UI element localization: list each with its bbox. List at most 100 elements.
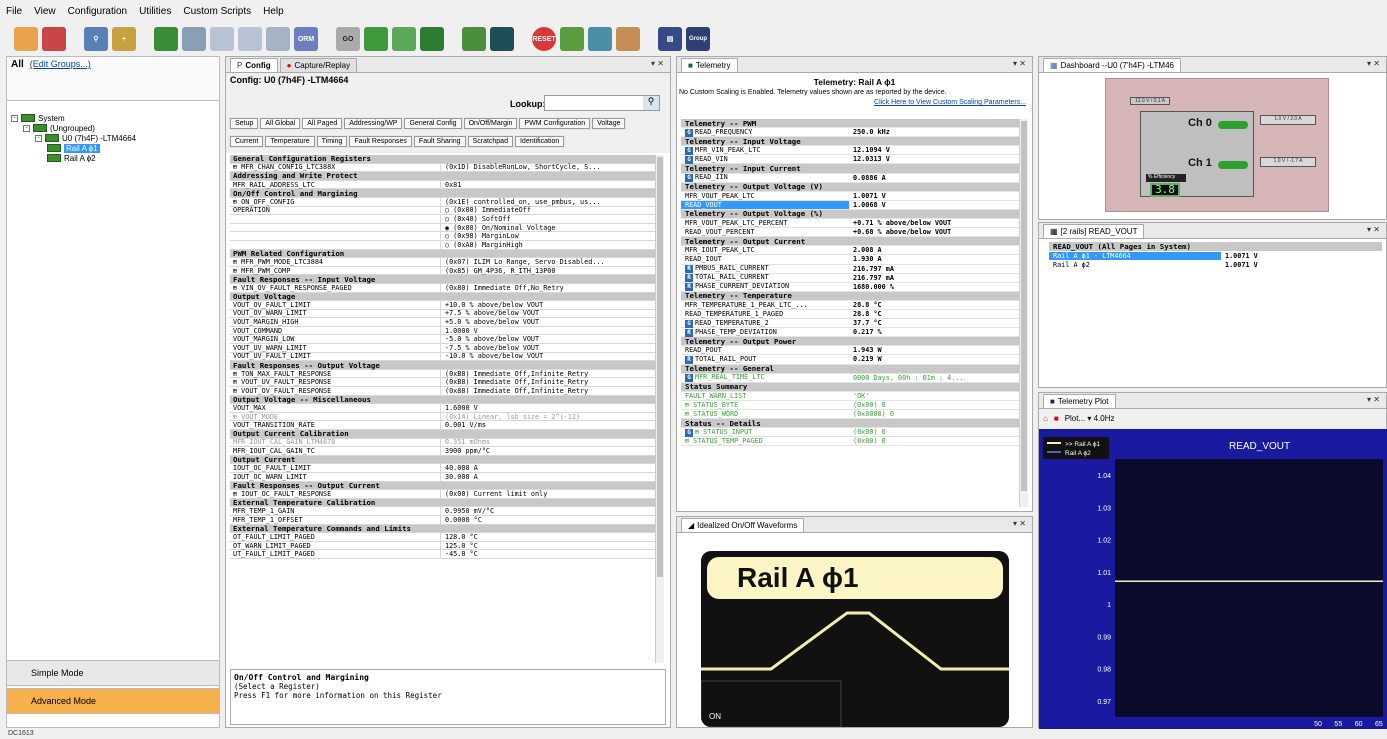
register-value[interactable]: (0x85) GM_4P36, R_ITH_13P00	[440, 266, 656, 275]
simple-mode-button[interactable]: Simple Mode	[6, 660, 220, 686]
subtab-all-paged[interactable]: All Paged	[302, 118, 343, 129]
register-row[interactable]: OT_WARN_LIMIT_PAGED 125.0 °C	[230, 541, 656, 551]
register-value[interactable]: +5.0 % above/below VOUT	[440, 318, 656, 327]
register-value[interactable]: (0x88) Immediate Off,Infinite_Retry	[440, 386, 656, 395]
register-value[interactable]: (0x14) Linear, lsb_size = 2^(-12)	[440, 412, 656, 421]
register-value[interactable]: (0x1D) DisableRunLow, ShortCycle, S...	[440, 163, 656, 172]
graph-icon[interactable]: G	[685, 374, 693, 383]
subtab-all-global[interactable]: All Global	[260, 118, 301, 129]
register-row[interactable]: UT_FAULT_LIMIT_PAGED -45.0 °C	[230, 550, 656, 559]
tab-readvout[interactable]: ▦ [2 rails] READ_VOUT	[1043, 224, 1145, 238]
rail-icon[interactable]: R	[685, 283, 693, 292]
subtab-on-off-margin[interactable]: On/Off/Margin	[463, 118, 518, 129]
register-row[interactable]: MFR_IOUT_CAL_GAIN_LTM4678 0.351 mOhms	[230, 438, 656, 448]
grid-icon[interactable]	[182, 27, 206, 51]
register-value[interactable]: 0x81	[440, 180, 656, 189]
tab-capture-replay[interactable]: ● Capture/Replay	[279, 58, 358, 72]
rail-icon[interactable]: R	[685, 328, 693, 337]
group-icon[interactable]: Group	[686, 27, 710, 51]
rail-icon[interactable]: R	[685, 355, 693, 364]
register-row[interactable]: VOUT_MAX 1.6000 V	[230, 404, 656, 413]
rail-icon[interactable]: R	[685, 274, 693, 283]
advanced-mode-button[interactable]: Advanced Mode	[6, 688, 220, 714]
subtab-fault-responses[interactable]: Fault Responses	[349, 136, 412, 147]
graph-icon[interactable]: G	[685, 428, 693, 437]
open-icon[interactable]	[14, 27, 38, 51]
register-row[interactable]: VOUT_UV_WARN_LIMIT -7.5 % above/below VOU…	[230, 343, 656, 353]
register-value[interactable]: ○ (0xA8) MarginHigh	[440, 240, 656, 249]
tree-node[interactable]: - (Ungrouped)	[7, 123, 219, 133]
register-value[interactable]: +7.5 % above/below VOUT	[440, 309, 656, 318]
config-scrollbar[interactable]	[655, 155, 664, 663]
register-value[interactable]: 0.001 V/ms	[440, 421, 656, 430]
readvout-row[interactable]: Rail A ϕ2 1.0071 V	[1049, 260, 1382, 269]
prog2-icon[interactable]	[588, 27, 612, 51]
ch1-led[interactable]	[1218, 161, 1248, 169]
menu-utilities[interactable]: Utilities	[139, 6, 171, 17]
subtab-fault-sharing[interactable]: Fault Sharing	[413, 136, 466, 147]
subtab-scratchpad[interactable]: Scratchpad	[467, 136, 513, 147]
register-value[interactable]: ○ (0x98) MarginLow	[440, 232, 656, 241]
register-value[interactable]: 128.0 °C	[440, 532, 656, 541]
tree-node[interactable]: - System	[7, 113, 219, 123]
telemetry-row[interactable]: G ⊞ STATUS_INPUT (0x00) 0	[681, 428, 1019, 438]
tree-node[interactable]: Rail A ϕ2	[7, 153, 219, 163]
home-icon[interactable]: ⌂	[1043, 414, 1048, 423]
tree-node[interactable]: Rail A ϕ1	[7, 143, 219, 153]
reset-icon[interactable]: RESET	[532, 27, 556, 51]
subtab-pwm-configuration[interactable]: PWM Configuration	[519, 118, 591, 129]
readvout-row[interactable]: Rail A ϕ1 - LTM4664 1.0071 V	[1049, 251, 1382, 260]
register-value[interactable]: (0x1E) controlled_on, use_pmbus, us...	[440, 197, 656, 206]
register-value[interactable]: +10.0 % above/below VOUT	[440, 300, 656, 309]
telemetry-row[interactable]: MFR_VOUT_PEAK_LTC 1.0071 V	[681, 192, 1019, 201]
register-row[interactable]: OT_FAULT_LIMIT_PAGED 128.0 °C	[230, 532, 656, 542]
panel-menu-icon[interactable]: ▾ ✕	[1367, 59, 1380, 68]
rs-icon[interactable]	[462, 27, 486, 51]
telemetry-row[interactable]: ⊞ STATUS_TEMP_PAGED (0x00) 0	[681, 437, 1019, 447]
expand-icon[interactable]: -	[11, 114, 18, 122]
register-row[interactable]: VOUT_MARGIN_HIGH +5.0 % above/below VOUT	[230, 318, 656, 327]
tab-telemetry[interactable]: ■ Telemetry	[681, 58, 738, 72]
custom-scaling-link[interactable]: Click Here to View Custom Scaling Parame…	[677, 99, 1032, 106]
register-value[interactable]: 1.6000 V	[440, 404, 656, 413]
graph-icon[interactable]: G	[685, 146, 693, 155]
menu-custom-scripts[interactable]: Custom Scripts	[183, 6, 251, 17]
prog-icon[interactable]	[560, 27, 584, 51]
register-value[interactable]: 125.0 °C	[440, 541, 656, 550]
subtab-current[interactable]: Current	[230, 136, 264, 147]
panel-menu-icon[interactable]: ▾ ✕	[1367, 225, 1380, 234]
register-value[interactable]: ○ (0x40) SoftOff	[440, 214, 656, 223]
expand-icon[interactable]: -	[23, 124, 30, 132]
lookup-search-icon[interactable]: ⚲	[643, 96, 659, 110]
add-icon[interactable]: +	[112, 27, 136, 51]
register-row[interactable]: VOUT_OV_FAULT_LIMIT +10.0 % above/below V…	[230, 300, 656, 310]
subtab-timing[interactable]: Timing	[316, 136, 348, 147]
tab-dashboard[interactable]: ▦ Dashboard --U0 (7'h4F) -LTM46	[1043, 58, 1181, 72]
subtab-general-config[interactable]: General Config	[404, 118, 462, 129]
register-value[interactable]: -5.0 % above/below VOUT	[440, 335, 656, 344]
lookup-input[interactable]: ⚲	[544, 95, 660, 111]
menu-view[interactable]: View	[34, 6, 56, 17]
subtab-setup[interactable]: Setup	[230, 118, 259, 129]
register-value[interactable]: 40.000 A	[440, 464, 656, 473]
register-value[interactable]: ○ (0x00) ImmediateOff	[440, 206, 656, 215]
plot-menu-button[interactable]: Plot... ▾ 4.0Hz	[1065, 414, 1115, 423]
register-value[interactable]: (0xB8) Immediate Off,Infinite_Retry	[440, 369, 656, 378]
subtab-addressing-wp[interactable]: Addressing/WP	[344, 118, 403, 129]
register-row[interactable]: VOUT_COMMAND 1.0000 V	[230, 326, 656, 336]
register-value[interactable]: 3900 ppm/°C	[440, 446, 656, 455]
graph-icon[interactable]: G	[685, 319, 693, 328]
register-value[interactable]: (0xB8) Immediate Off,Infinite_Retry	[440, 378, 656, 387]
menu-configuration[interactable]: Configuration	[68, 6, 127, 17]
register-value[interactable]: (0x80) Immediate Off,No_Retry	[440, 283, 656, 292]
telemetry-row[interactable]: MFR_TEMPERATURE_1_PEAK_LTC_... 28.8 °C	[681, 301, 1019, 310]
telemetry-row[interactable]: ⊞ STATUS_BYTE (0x00) 0	[681, 401, 1019, 410]
register-row[interactable]: IOUT_OC_FAULT_LIMIT 40.000 A	[230, 464, 656, 473]
telemetry-row[interactable]: MFR_VOUT_PEAK_LTC_PERCENT +0.71 % above/b…	[681, 219, 1019, 229]
tab-telemetry-plot[interactable]: ■ Telemetry Plot	[1043, 394, 1116, 408]
register-row[interactable]: ⊞ TON_MAX_FAULT_RESPONSE (0xB8) Immediate…	[230, 369, 656, 379]
wave-icon[interactable]	[420, 27, 444, 51]
save-icon[interactable]	[42, 27, 66, 51]
menu-file[interactable]: File	[6, 6, 22, 17]
legend-entry[interactable]: Rail A ϕ2	[1065, 450, 1091, 457]
